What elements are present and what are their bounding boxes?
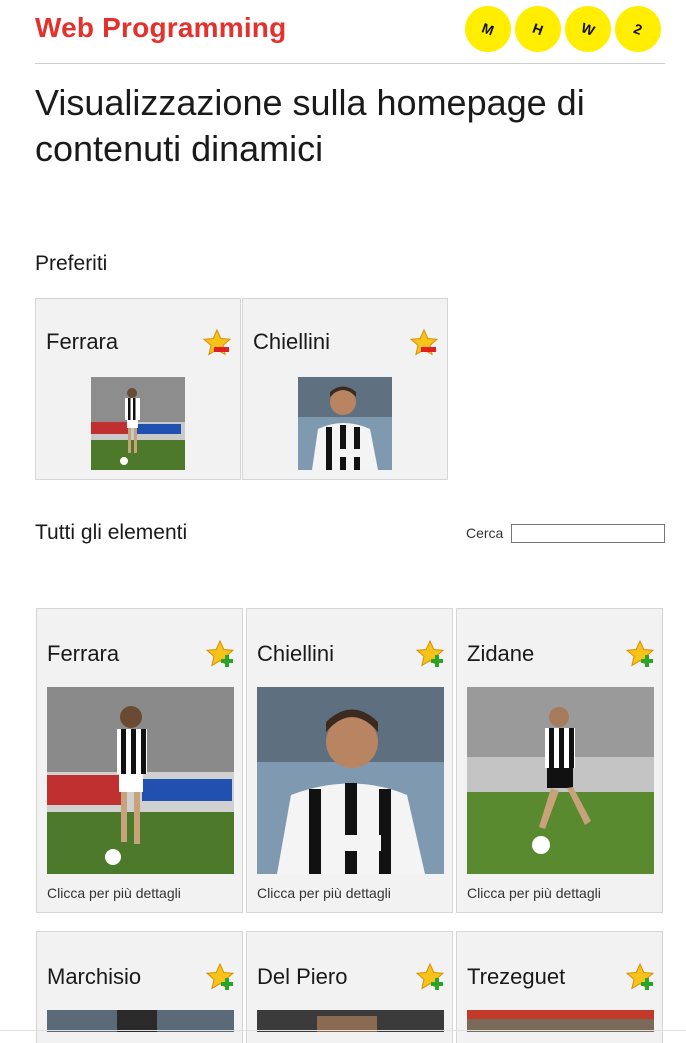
badge-group: M H W 2 [458,0,668,59]
card-name: Chiellini [257,641,335,666]
header: Web Programming M H W 2 [35,0,668,64]
badge-w[interactable]: W [558,0,618,59]
card-caption: Clicca per più dettagli [257,885,391,901]
star-add-icon[interactable] [205,639,235,669]
favorites-title: Preferiti [35,252,108,275]
card-name: Ferrara [46,329,119,354]
search-label: Cerca [466,525,504,541]
card-name: Ferrara [47,641,120,666]
player-photo[interactable] [298,377,392,470]
player-photo[interactable] [467,687,654,874]
card-name: Del Piero [257,964,348,989]
item-card[interactable]: Marchisio [36,931,243,1043]
card-caption: Clicca per più dettagli [47,885,181,901]
star-add-icon[interactable] [205,962,235,992]
badge-h[interactable]: H [508,0,568,59]
page-title: Visualizzazione sulla homepage di conten… [35,82,585,169]
card-name: Trezeguet [467,964,566,989]
star-add-icon[interactable] [625,962,655,992]
all-items-title: Tutti gli elementi [35,521,188,544]
card-caption: Clicca per più dettagli [467,885,601,901]
favorite-card[interactable]: Ferrara [35,298,241,480]
player-photo[interactable] [257,1010,444,1032]
brand-title[interactable]: Web Programming [35,12,286,44]
item-card[interactable]: Del Piero [246,931,453,1043]
badge-m[interactable]: M [458,0,518,59]
star-remove-icon[interactable] [202,328,232,358]
star-remove-icon[interactable] [409,328,439,358]
player-photo[interactable] [467,1010,654,1032]
scroll-divider [0,1030,686,1031]
item-card[interactable]: Trezeguet [456,931,663,1043]
star-add-icon[interactable] [415,639,445,669]
search-input[interactable] [511,524,665,543]
player-photo[interactable] [47,1010,234,1032]
item-card[interactable]: Chiellini Clicca per più dettagli [246,608,453,913]
card-name: Marchisio [47,964,142,989]
player-photo[interactable] [91,377,185,470]
page: Web Programming M H W 2 Visualizzazione … [0,0,686,1043]
favorite-card[interactable]: Chiellini [242,298,448,480]
player-photo[interactable] [257,687,444,874]
player-photo[interactable] [47,687,234,874]
item-card[interactable]: Zidane Clicca per più dettagli [456,608,663,913]
item-card[interactable]: Ferrara Clicca per più dettagli [36,608,243,913]
star-add-icon[interactable] [625,639,655,669]
star-add-icon[interactable] [415,962,445,992]
badge-2[interactable]: 2 [608,0,668,59]
card-name: Chiellini [253,329,331,354]
card-name: Zidane [467,641,535,666]
